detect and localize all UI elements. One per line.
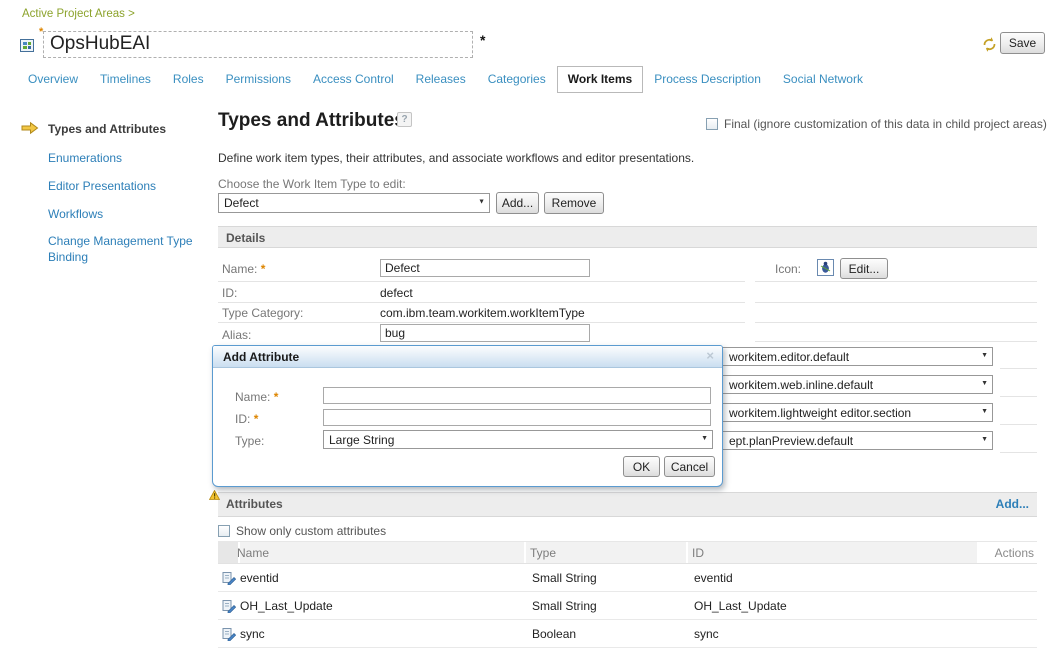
project-area-editor: Active Project Areas > * OpsHubEAI * Sav… — [0, 0, 1047, 658]
final-label: Final (ignore customization of this data… — [724, 117, 1047, 131]
show-custom-attributes-label: Show only custom attributes — [236, 524, 386, 538]
project-area-icon — [19, 37, 35, 56]
add-type-button[interactable]: Add... — [496, 192, 539, 214]
sidebar-item-enumerations[interactable]: Enumerations — [48, 150, 208, 166]
chevron-down-icon: ▼ — [981, 431, 988, 449]
tab-roles[interactable]: Roles — [162, 66, 215, 93]
work-item-type-select[interactable]: Defect ▼ — [218, 193, 490, 213]
chevron-down-icon: ▼ — [701, 430, 708, 448]
tab-permissions[interactable]: Permissions — [215, 66, 302, 93]
dialog-title-bar: Add Attribute × — [213, 346, 722, 368]
dialog-type-label: Type: — [235, 434, 264, 448]
chevron-down-icon: ▼ — [981, 347, 988, 365]
column-header-id[interactable]: ID — [692, 546, 704, 560]
unsaved-changes-marker: * — [480, 32, 485, 48]
filter-row: Show only custom attributes — [218, 524, 386, 538]
attribute-icon — [222, 571, 236, 588]
column-header-actions: Actions — [995, 546, 1034, 560]
plan-preview-presentation-select[interactable]: ept.planPreview.default ▼ — [700, 431, 993, 450]
tab-overview[interactable]: Overview — [17, 66, 89, 93]
dialog-name-input[interactable] — [323, 387, 711, 404]
type-chooser-label: Choose the Work Item Type to edit: — [218, 177, 406, 191]
intro-text: Define work item types, their attributes… — [218, 151, 694, 165]
alias-input[interactable] — [380, 324, 590, 342]
refresh-icon[interactable] — [981, 36, 998, 56]
inline-presentation-select[interactable]: workitem.web.inline.default ▼ — [700, 375, 993, 394]
chevron-down-icon: ▼ — [981, 403, 988, 421]
id-label: ID: — [222, 286, 237, 300]
dialog-type-select[interactable]: Large String ▼ — [323, 430, 713, 449]
editor-presentation-select[interactable]: workitem.editor.default ▼ — [700, 347, 993, 366]
chevron-down-icon: ▼ — [981, 375, 988, 393]
dialog-id-label: ID: * — [235, 412, 258, 426]
attribute-row-eventid[interactable]: eventid Small String eventid — [218, 564, 1037, 592]
dialog-title: Add Attribute — [223, 350, 299, 364]
tab-social-network[interactable]: Social Network — [772, 66, 874, 93]
alias-label: Alias: — [222, 328, 251, 342]
tab-bar: Overview Timelines Roles Permissions Acc… — [0, 66, 1047, 93]
help-icon[interactable]: ? — [397, 112, 412, 127]
breadcrumb[interactable]: Active Project Areas > — [22, 8, 135, 20]
sidebar-item-types-and-attributes[interactable]: Types and Attributes — [48, 121, 208, 137]
tab-timelines[interactable]: Timelines — [89, 66, 162, 93]
tab-work-items[interactable]: Work Items — [557, 66, 643, 93]
remove-type-button[interactable]: Remove — [544, 192, 604, 214]
attribute-icon — [222, 627, 236, 644]
column-header-name[interactable]: Name — [237, 546, 269, 560]
cancel-button[interactable]: Cancel — [664, 456, 715, 477]
tab-access-control[interactable]: Access Control — [302, 66, 405, 93]
attributes-table-header: Name Type ID Actions — [218, 541, 1037, 564]
close-icon[interactable]: × — [706, 348, 714, 363]
edit-icon-button[interactable]: Edit... — [840, 258, 888, 279]
save-button[interactable]: Save — [1000, 32, 1045, 54]
show-custom-attributes-checkbox[interactable] — [218, 525, 230, 537]
lightweight-presentation-select[interactable]: workitem.lightweight editor.section ▼ — [700, 403, 993, 422]
dialog-id-input[interactable] — [323, 409, 711, 426]
type-category-label: Type Category: — [222, 306, 303, 320]
tab-process-description[interactable]: Process Description — [643, 66, 772, 93]
warning-icon — [209, 489, 220, 503]
final-checkbox[interactable] — [706, 118, 718, 130]
add-attribute-link[interactable]: Add... — [996, 497, 1029, 511]
chevron-down-icon: ▼ — [478, 193, 485, 212]
dialog-name-label: Name: * — [235, 390, 278, 404]
tab-categories[interactable]: Categories — [477, 66, 557, 93]
work-item-type-icon — [817, 259, 834, 279]
add-attribute-dialog: Add Attribute × Name: * ID: * Type: Larg… — [212, 345, 723, 487]
final-option-row: Final (ignore customization of this data… — [706, 117, 1047, 131]
name-label: Name: * — [222, 262, 265, 276]
attributes-section-header: Attributes Add... — [218, 492, 1037, 517]
type-category-value: com.ibm.team.workitem.workItemType — [380, 306, 585, 320]
type-name-input[interactable] — [380, 259, 590, 277]
sidebar-item-change-management-type-binding[interactable]: Change Management Type Binding — [48, 233, 198, 265]
ok-button[interactable]: OK — [623, 456, 660, 477]
attribute-icon — [222, 599, 236, 616]
id-value: defect — [380, 286, 413, 300]
attribute-row-sync[interactable]: sync Boolean sync — [218, 620, 1037, 648]
sidebar-item-editor-presentations[interactable]: Editor Presentations — [48, 178, 208, 194]
page-title: Types and Attributes — [218, 110, 405, 132]
icon-label: Icon: — [775, 262, 801, 276]
project-name-input[interactable]: OpsHubEAI — [43, 31, 473, 58]
sidebar-item-workflows[interactable]: Workflows — [48, 206, 208, 222]
current-section-arrow-icon — [21, 121, 39, 138]
column-header-type[interactable]: Type — [530, 546, 556, 560]
attribute-row-oh-last-update[interactable]: OH_Last_Update Small String OH_Last_Upda… — [218, 592, 1037, 620]
tab-releases[interactable]: Releases — [405, 66, 477, 93]
details-section-header: Details — [218, 226, 1037, 248]
